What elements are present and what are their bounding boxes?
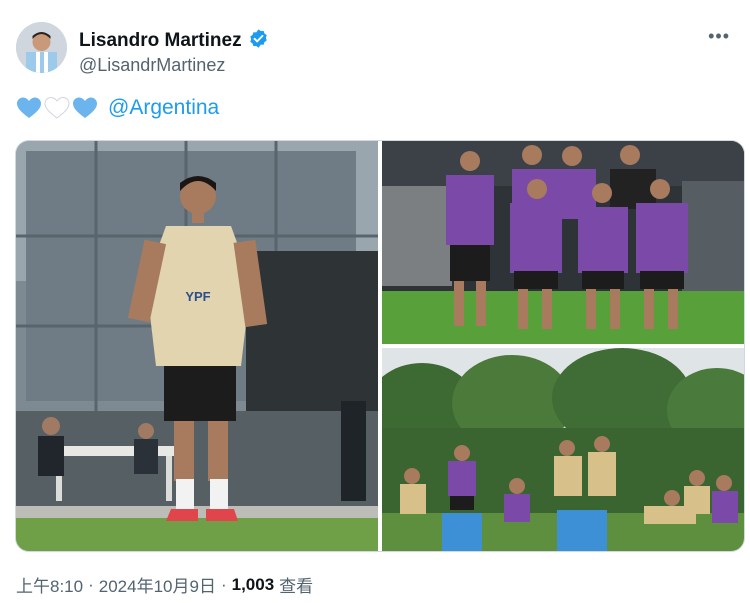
views-count: 1,003	[231, 574, 275, 594]
blue-heart-icon	[72, 96, 98, 120]
more-dots-icon[interactable]: •••	[708, 26, 730, 47]
tweet-header: Lisandro Martinez @LisandrMartinez •••	[16, 22, 734, 82]
display-name[interactable]: Lisandro Martinez	[79, 30, 242, 52]
jersey-sponsor-text: YPF	[185, 289, 210, 304]
name-row: Lisandro Martinez	[79, 28, 269, 54]
blue-heart-icon	[16, 96, 42, 120]
tweet-meta: 上午8:10 · 2024年10月9日 · 1,003 查看	[16, 572, 313, 597]
avatar[interactable]	[16, 22, 67, 73]
mention-link[interactable]: @Argentina	[108, 96, 219, 120]
tweet-text: @Argentina	[16, 96, 219, 120]
avatar-image	[16, 22, 67, 73]
photo-team-group[interactable]	[382, 141, 744, 344]
media-grid: YPF	[15, 140, 745, 552]
verified-badge-icon	[248, 28, 269, 54]
white-heart-icon	[44, 96, 70, 120]
timestamp-time[interactable]: 上午8:10	[16, 572, 83, 597]
timestamp-date[interactable]: 2024年10月9日	[99, 572, 216, 597]
views-label: 查看	[279, 577, 314, 596]
handle[interactable]: @LisandrMartinez	[79, 55, 225, 76]
separator-dot: ·	[88, 574, 94, 594]
separator-dot: ·	[220, 574, 227, 594]
photo-team-seated[interactable]	[382, 348, 744, 551]
photo-player-walking[interactable]: YPF	[16, 141, 378, 551]
